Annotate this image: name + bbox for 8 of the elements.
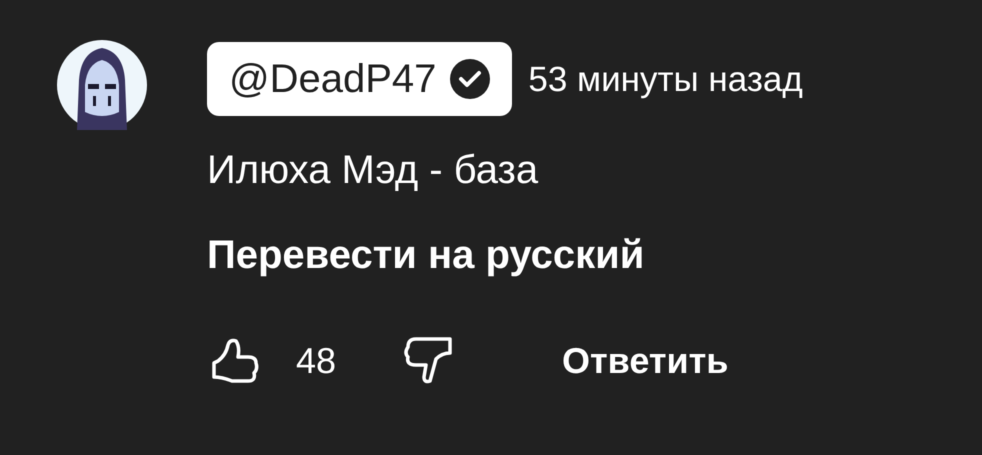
like-count: 48 [296, 343, 336, 379]
author-badge[interactable]: @DeadP47 [207, 42, 512, 116]
avatar-icon[interactable] [57, 40, 147, 130]
reply-button[interactable]: Ответить [562, 343, 728, 379]
comment-text: Илюха Мэд - база [207, 150, 540, 190]
author-name: @DeadP47 [229, 59, 436, 99]
translate-link[interactable]: Перевести на русский [207, 235, 803, 275]
comment-time[interactable]: 53 минуты назад [528, 62, 803, 96]
